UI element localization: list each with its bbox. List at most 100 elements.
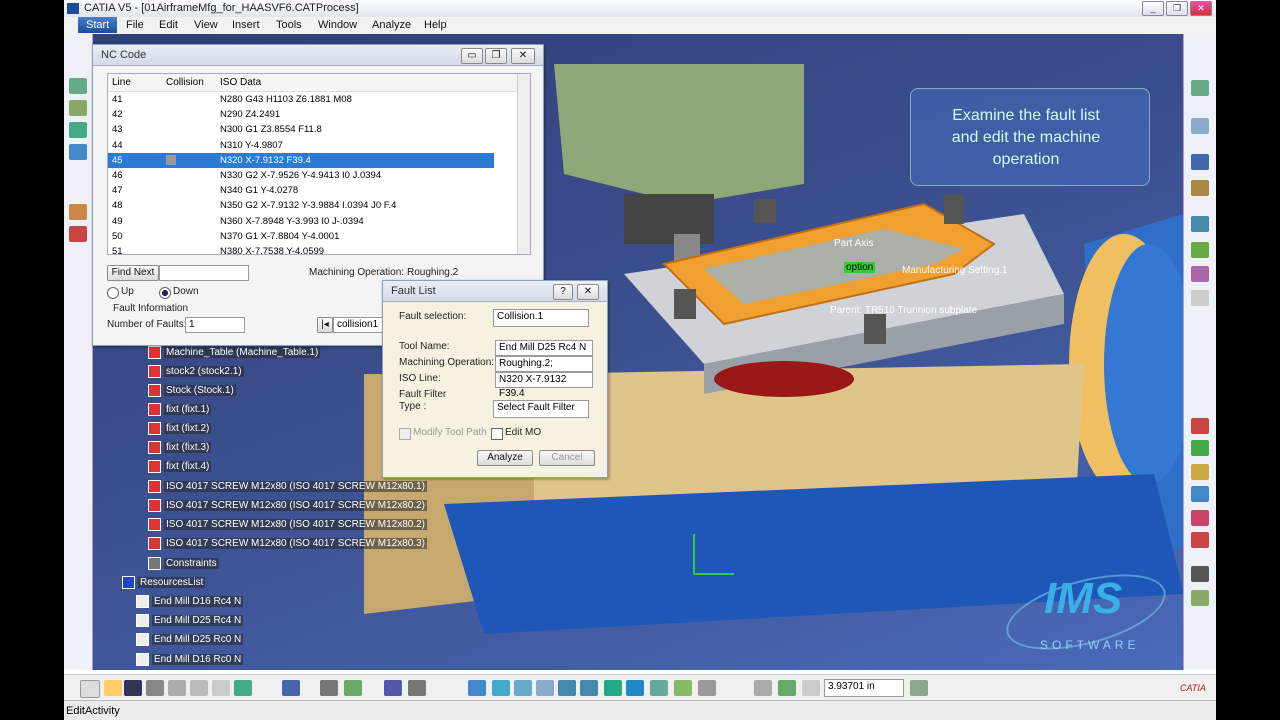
quick-view-icon[interactable]	[626, 680, 644, 696]
tool-icon-6[interactable]	[69, 226, 87, 242]
find-next-button[interactable]: Find Next	[107, 265, 159, 281]
menu-file[interactable]: File	[126, 19, 144, 31]
rtool-icon-4[interactable]	[1191, 180, 1209, 196]
table-icon[interactable]	[384, 680, 402, 696]
hide-show-icon[interactable]	[674, 680, 692, 696]
rtool-icon-6[interactable]	[1191, 242, 1209, 258]
first-fault-button[interactable]: |◂	[317, 317, 333, 333]
rtool-icon-12[interactable]	[1191, 486, 1209, 502]
nc-scrollbar[interactable]	[517, 74, 530, 254]
rtool-icon-13[interactable]	[1191, 510, 1209, 526]
tool-icon-2[interactable]	[69, 100, 87, 116]
pan-icon[interactable]	[514, 680, 532, 696]
tree-item[interactable]: fixt (fixt.4)	[148, 458, 212, 474]
tree-item[interactable]: Stock (Stock.1)	[148, 382, 236, 398]
copy-icon[interactable]	[190, 680, 208, 696]
rtool-icon-7[interactable]	[1191, 266, 1209, 282]
fault-selection-dropdown[interactable]: Collision.1	[493, 309, 589, 327]
restore-button[interactable]: ❐	[1166, 1, 1188, 16]
table-row[interactable]: 41 N280 G43 H1103 Z6.1881 M08	[108, 92, 530, 107]
rtool-icon-10[interactable]	[1191, 440, 1209, 456]
zoom-in-icon[interactable]	[558, 680, 576, 696]
cancel-button[interactable]: Cancel	[539, 450, 595, 466]
tool-icon-1[interactable]	[69, 78, 87, 94]
fault-close-button[interactable]: ✕	[577, 284, 599, 300]
rtool-icon-16[interactable]	[1191, 590, 1209, 606]
tree-item[interactable]: ISO 4017 SCREW M12x80 (ISO 4017 SCREW M1…	[148, 497, 427, 513]
normal-view-icon[interactable]	[604, 680, 622, 696]
unit-icon[interactable]	[802, 680, 820, 696]
table-row-selected[interactable]: 45 N320 X-7.9132 F39.4	[108, 152, 494, 168]
zoom-out-icon[interactable]	[580, 680, 598, 696]
settings-icon[interactable]	[910, 680, 928, 696]
whats-this-icon[interactable]	[282, 680, 300, 696]
menu-edit[interactable]: Edit	[159, 19, 178, 31]
tree-item[interactable]: Constraints	[148, 555, 219, 571]
menu-tools[interactable]: Tools	[276, 19, 302, 31]
modify-tool-path-checkbox[interactable]	[399, 428, 411, 440]
save-icon[interactable]	[124, 680, 142, 696]
close-button[interactable]: ✕	[1190, 1, 1212, 16]
rtool-icon-14[interactable]	[1191, 532, 1209, 548]
undo-icon[interactable]	[234, 680, 252, 696]
formula-icon[interactable]	[320, 680, 338, 696]
menu-window[interactable]: Window	[318, 19, 357, 31]
step-value-field[interactable]: 3.93701 in	[824, 679, 904, 697]
cut-icon[interactable]	[168, 680, 186, 696]
up-radio[interactable]	[107, 287, 119, 299]
menu-analyze[interactable]: Analyze	[372, 19, 411, 31]
nc-minimize-button[interactable]: ▭	[461, 48, 483, 64]
minimize-button[interactable]: _	[1142, 1, 1164, 16]
tool-icon-4[interactable]	[69, 144, 87, 160]
tree-item[interactable]: ISO 4017 SCREW M12x80 (ISO 4017 SCREW M1…	[148, 516, 427, 532]
table-row[interactable]: 42 N290 Z4.2491	[108, 107, 530, 122]
shading-icon[interactable]	[650, 680, 668, 696]
analyze-button[interactable]: Analyze	[477, 450, 533, 466]
menu-help[interactable]: Help	[424, 19, 447, 31]
tree-item-tool[interactable]: End Mill D16 Rc0 N	[136, 651, 244, 667]
rtool-icon-9[interactable]	[1191, 418, 1209, 434]
measure-icon[interactable]	[408, 680, 426, 696]
menu-insert[interactable]: Insert	[232, 19, 260, 31]
table-row[interactable]: 49 N360 X-7.8948 Y-3.993 I0 J-.0394	[108, 214, 530, 229]
tree-item[interactable]: fixt (fixt.3)	[148, 439, 212, 455]
tree-item[interactable]: Machine_Table (Machine_Table.1)	[148, 344, 321, 360]
fit-all-icon[interactable]	[492, 680, 510, 696]
tree-item[interactable]: stock2 (stock2.1)	[148, 363, 244, 379]
tree-item[interactable]: fixt (fixt.2)	[148, 420, 212, 436]
nc-restore-button[interactable]: ❐	[485, 48, 507, 64]
tree-item[interactable]: ISO 4017 SCREW M12x80 (ISO 4017 SCREW M1…	[148, 478, 427, 494]
rtool-icon-5[interactable]	[1191, 216, 1209, 232]
rotate-icon[interactable]	[536, 680, 554, 696]
rtool-icon-8[interactable]	[1191, 290, 1209, 306]
tree-item-tool[interactable]: End Mill D16 Rc4 N	[136, 593, 244, 609]
fly-icon[interactable]	[468, 680, 486, 696]
print-icon[interactable]	[146, 680, 164, 696]
table-row[interactable]: 51 N380 X-7.7538 Y-4.0599	[108, 244, 530, 254]
snap-icon[interactable]	[778, 680, 796, 696]
swap-space-icon[interactable]	[698, 680, 716, 696]
rtool-icon-2[interactable]	[1191, 118, 1209, 134]
rtool-icon-3[interactable]	[1191, 154, 1209, 170]
menu-view[interactable]: View	[194, 19, 218, 31]
rtool-icon-11[interactable]	[1191, 464, 1209, 480]
menu-start[interactable]: Start	[78, 17, 118, 33]
new-icon[interactable]	[80, 680, 100, 698]
table-row[interactable]: 48 N350 G2 X-7.9132 Y-3.9884 I.0394 J0 F.…	[108, 198, 530, 213]
tool-icon-5[interactable]	[69, 204, 87, 220]
paste-icon[interactable]	[212, 680, 230, 696]
tree-item[interactable]: ISO 4017 SCREW M12x80 (ISO 4017 SCREW M1…	[148, 535, 427, 551]
down-radio[interactable]	[159, 287, 171, 299]
table-row[interactable]: 50 N370 G1 X-7.8804 Y-4.0001	[108, 229, 530, 244]
table-row[interactable]: 47 N340 G1 Y-4.0278	[108, 183, 530, 198]
nc-code-table[interactable]: Line Collision ISO Data 41 N280 G43 H1103…	[107, 73, 531, 255]
compass-icon[interactable]	[754, 680, 772, 696]
table-row[interactable]: 43 N300 G1 Z3.8554 F11.8	[108, 122, 530, 137]
tree-item[interactable]: fixt (fixt.1)	[148, 401, 212, 417]
rtool-icon-15[interactable]	[1191, 566, 1209, 582]
fault-filter-dropdown[interactable]: Select Fault Filter	[493, 400, 589, 418]
nc-close-button[interactable]: ✕	[511, 48, 535, 64]
comment-icon[interactable]	[344, 680, 362, 696]
help-button[interactable]: ?	[553, 284, 573, 300]
table-row[interactable]: 44 N310 Y-4.9807	[108, 138, 530, 153]
